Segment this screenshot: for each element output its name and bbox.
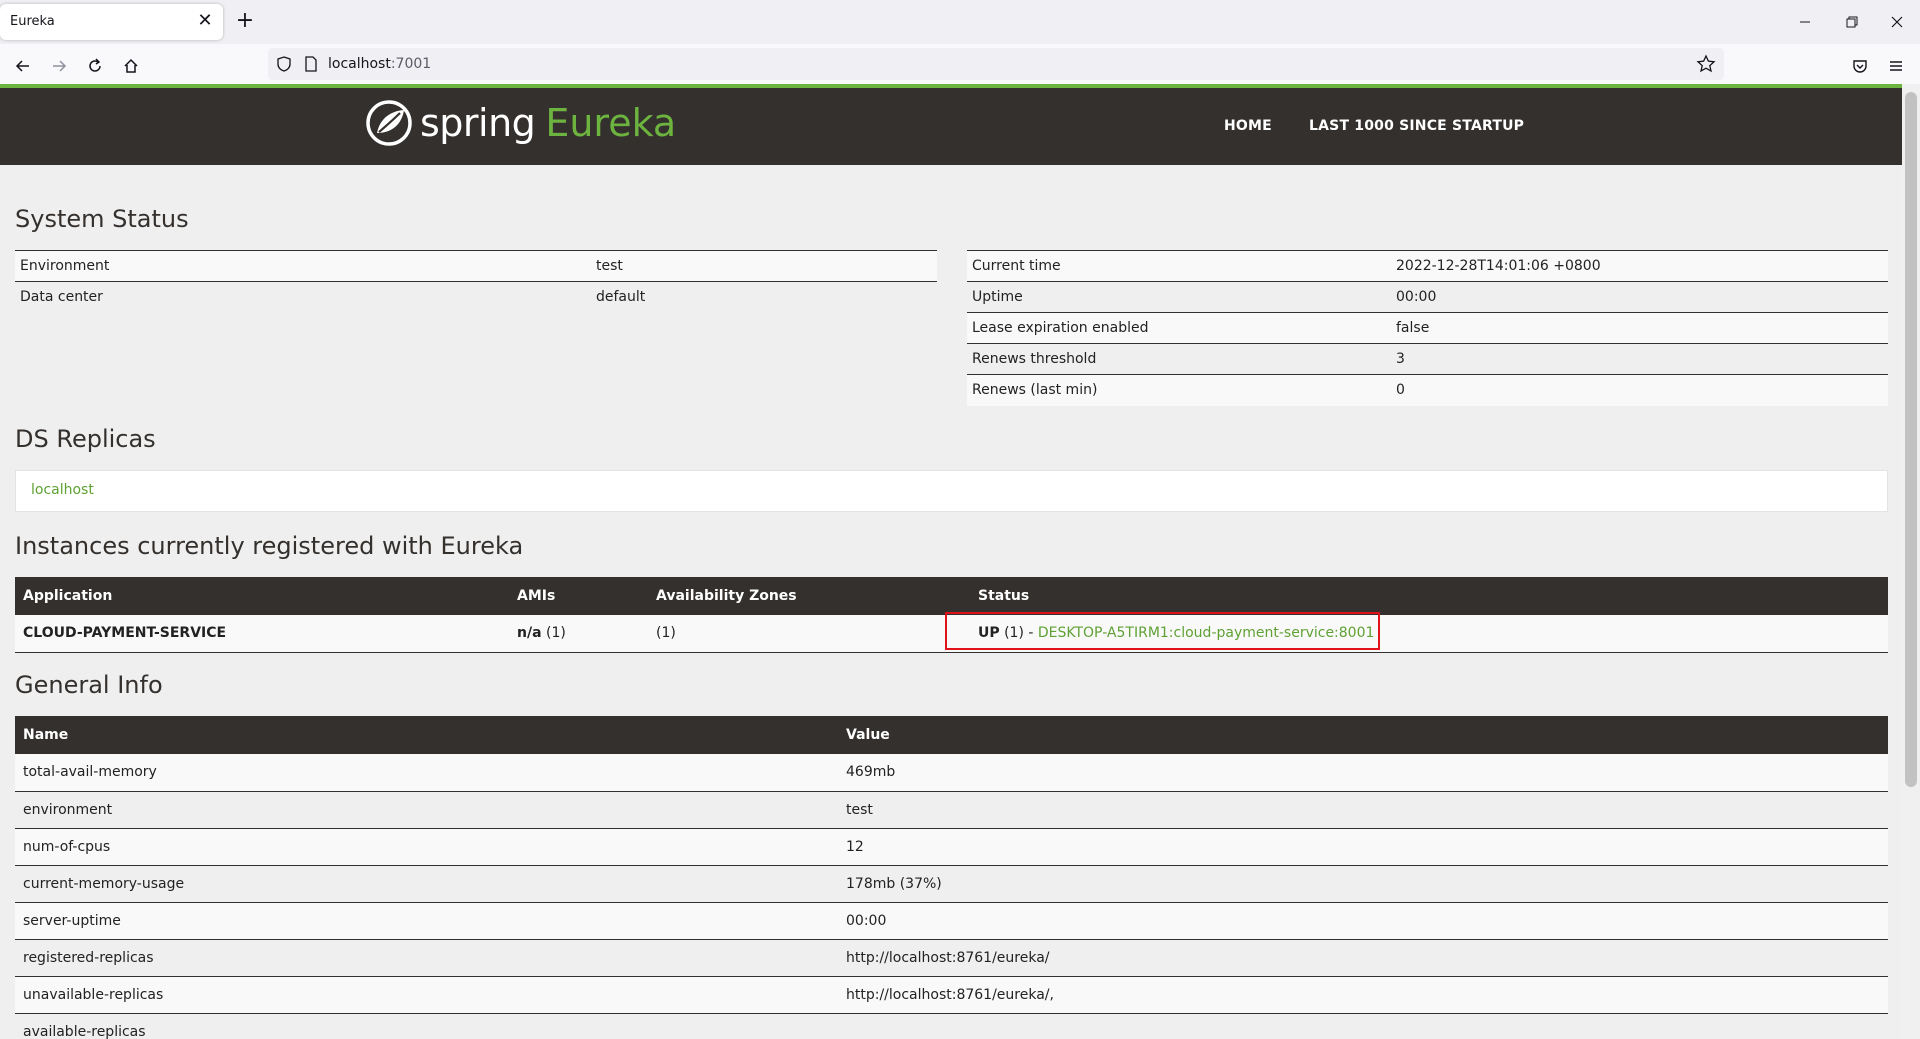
table-row: available-replicas: [15, 1013, 1888, 1039]
status-value: test: [591, 250, 937, 282]
info-name: registered-replicas: [15, 939, 838, 977]
status-value: 3: [1391, 343, 1888, 375]
info-value: test: [838, 791, 1888, 829]
amis-value: n/a: [517, 625, 542, 642]
ds-replicas-list: localhost: [15, 470, 1888, 512]
column-header-amis: AMIs: [509, 577, 648, 615]
tab-close-icon[interactable]: ✕: [195, 11, 215, 31]
table-row: Data center default: [15, 281, 937, 313]
pocket-icon[interactable]: [1846, 52, 1874, 80]
table-header-row: Name Value: [15, 716, 1888, 754]
status-label: Lease expiration enabled: [967, 312, 1391, 344]
table-header-row: Application AMIs Availability Zones Stat…: [15, 577, 1888, 615]
table-row: num-of-cpus 12: [15, 828, 1888, 866]
column-header-zones: Availability Zones: [648, 577, 970, 615]
url-text[interactable]: localhost:7001: [328, 56, 431, 72]
table-row: registered-replicas http://localhost:876…: [15, 939, 1888, 977]
column-header-value: Value: [838, 716, 1888, 754]
table-row: server-uptime 00:00: [15, 902, 1888, 940]
status-label: Current time: [967, 250, 1391, 282]
spring-eureka-logo[interactable]: spring Eureka: [366, 98, 676, 148]
info-name: current-memory-usage: [15, 865, 838, 903]
browser-tab-strip: Eureka ✕ +: [0, 0, 1920, 44]
logo-eureka-text: Eureka: [545, 101, 677, 145]
system-status-left-table: Environment test Data center default: [15, 250, 937, 313]
general-info-title: General Info: [15, 671, 163, 699]
application-name: CLOUD-PAYMENT-SERVICE: [15, 615, 509, 653]
minimize-icon[interactable]: [1790, 8, 1820, 36]
reload-icon[interactable]: [81, 52, 109, 80]
status-value: default: [591, 281, 937, 313]
restore-icon[interactable]: [1837, 8, 1867, 36]
table-row: Current time 2022-12-28T14:01:06 +0800: [967, 250, 1888, 282]
table-row: Environment test: [15, 250, 937, 282]
status-label: Renews (last min): [967, 374, 1391, 406]
column-header-name: Name: [15, 716, 838, 754]
bookmark-star-icon[interactable]: [1696, 54, 1716, 78]
status-label: Environment: [15, 250, 591, 282]
nav-last-1000[interactable]: LAST 1000 SINCE STARTUP: [1309, 118, 1524, 134]
ds-replicas-title: DS Replicas: [15, 425, 156, 453]
browser-navbar: localhost:7001: [0, 44, 1920, 84]
nav-home[interactable]: HOME: [1224, 118, 1272, 134]
amis-cell: n/a (1): [509, 615, 648, 653]
close-window-icon[interactable]: [1882, 8, 1912, 36]
status-value: false: [1391, 312, 1888, 344]
column-header-application: Application: [15, 577, 509, 615]
page-info-icon[interactable]: [304, 55, 318, 77]
info-value: [838, 1013, 1888, 1039]
browser-tab[interactable]: Eureka ✕: [0, 4, 223, 40]
table-row: Renews (last min) 0: [967, 374, 1888, 406]
status-value: 00:00: [1391, 281, 1888, 313]
logo-spring-text: spring: [420, 101, 536, 145]
page-scrollbar-thumb[interactable]: [1905, 92, 1917, 787]
back-icon[interactable]: [9, 52, 37, 80]
info-value: 12: [838, 828, 1888, 866]
info-value: http://localhost:8761/eureka/,: [838, 976, 1888, 1014]
info-value: 469mb: [838, 754, 1888, 792]
info-name: available-replicas: [15, 1013, 838, 1039]
zones-cell: (1): [648, 615, 970, 653]
table-row: unavailable-replicas http://localhost:87…: [15, 976, 1888, 1014]
table-row: Uptime 00:00: [967, 281, 1888, 313]
spring-leaf-icon: [366, 100, 412, 146]
status-value: 0: [1391, 374, 1888, 406]
info-name: unavailable-replicas: [15, 976, 838, 1014]
status-label: Data center: [15, 281, 591, 313]
forward-icon[interactable]: [45, 52, 73, 80]
info-value: 178mb (37%): [838, 865, 1888, 903]
info-name: num-of-cpus: [15, 828, 838, 866]
info-name: environment: [15, 791, 838, 829]
status-value: 2022-12-28T14:01:06 +0800: [1391, 250, 1888, 282]
instances-title: Instances currently registered with Eure…: [15, 532, 524, 560]
table-row: Renews threshold 3: [967, 343, 1888, 375]
system-status-right-table: Current time 2022-12-28T14:01:06 +0800 U…: [967, 250, 1888, 406]
eureka-header: spring Eureka HOME LAST 1000 SINCE START…: [0, 88, 1902, 165]
info-name: total-avail-memory: [15, 754, 838, 792]
table-row: environment test: [15, 791, 1888, 829]
column-header-status: Status: [970, 577, 1888, 615]
amis-count: (1): [541, 625, 566, 642]
table-row: current-memory-usage 178mb (37%): [15, 865, 1888, 903]
table-row: total-avail-memory 469mb: [15, 754, 1888, 792]
info-name: server-uptime: [15, 902, 838, 940]
status-label: Renews threshold: [967, 343, 1391, 375]
table-row: Lease expiration enabled false: [967, 312, 1888, 344]
status-label: Uptime: [967, 281, 1391, 313]
system-status-title: System Status: [15, 205, 189, 233]
replica-link-localhost[interactable]: localhost: [31, 482, 94, 498]
status-highlight-box: [945, 612, 1380, 650]
general-info-table: Name Value total-avail-memory 469mb envi…: [15, 716, 1888, 1039]
url-bar[interactable]: localhost:7001: [268, 48, 1724, 80]
menu-icon[interactable]: [1882, 52, 1910, 80]
new-tab-icon[interactable]: +: [234, 10, 256, 32]
shield-icon[interactable]: [276, 55, 292, 77]
tab-title: Eureka: [10, 14, 55, 29]
info-value: 00:00: [838, 902, 1888, 940]
info-value: http://localhost:8761/eureka/: [838, 939, 1888, 977]
home-icon[interactable]: [117, 52, 145, 80]
